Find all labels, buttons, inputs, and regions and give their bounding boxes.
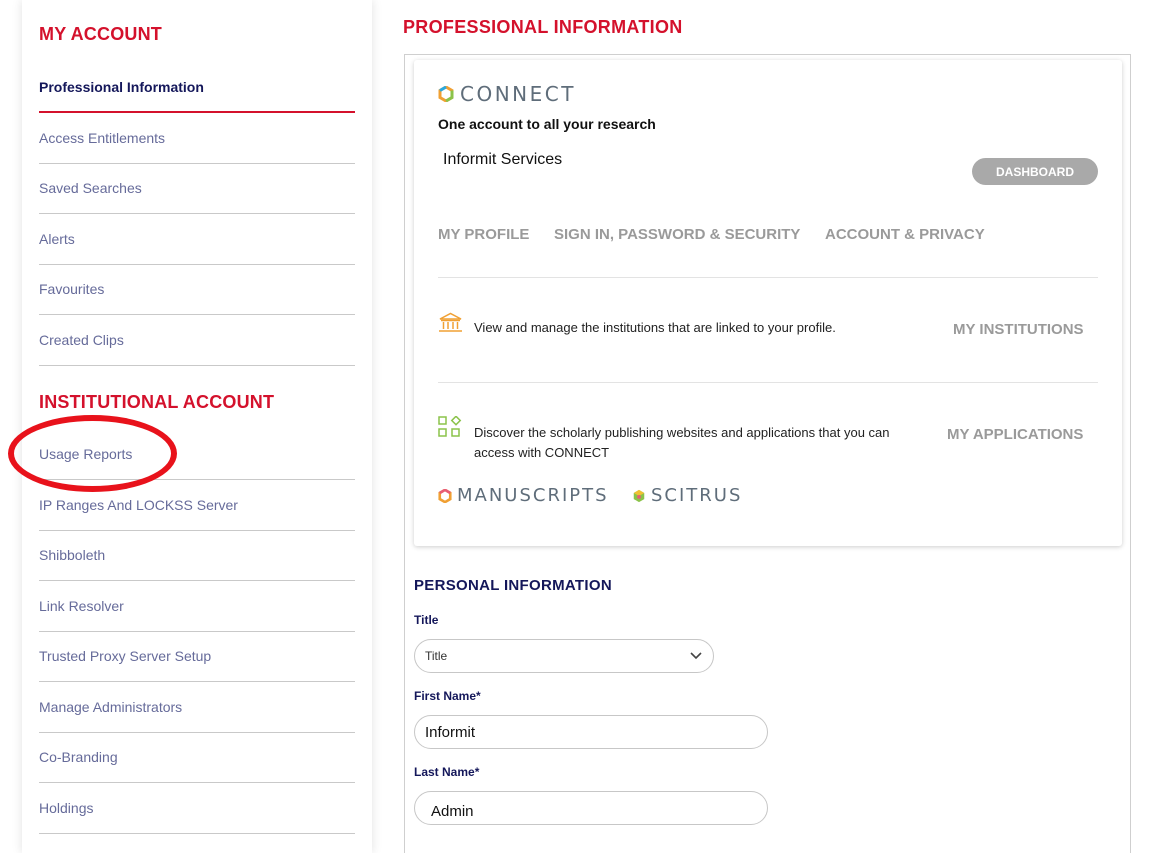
last-name-field[interactable] [414, 791, 768, 825]
sidebar-item-saved-searches[interactable]: Saved Searches [39, 163, 355, 214]
first-name-field[interactable] [414, 715, 768, 749]
sidebar-item-professional-information[interactable]: Professional Information [39, 62, 355, 113]
applications-icon [438, 416, 462, 437]
sidebar-item-manage-administrators[interactable]: Manage Administrators [39, 682, 355, 733]
scitrus-logo[interactable]: SCITRUS [632, 485, 742, 506]
title-label: Title [414, 613, 439, 627]
tab-my-profile[interactable]: MY PROFILE [438, 226, 529, 243]
institution-icon [439, 312, 462, 332]
personal-information-title: PERSONAL INFORMATION [414, 577, 612, 594]
manuscripts-logo-text: MANUSCRIPTS [457, 485, 609, 506]
dashboard-button[interactable]: DASHBOARD [972, 158, 1098, 185]
organization-name: Informit Services [443, 151, 563, 168]
sidebar-item-alerts[interactable]: Alerts [39, 214, 355, 265]
my-applications-link[interactable]: MY APPLICATIONS [947, 426, 1083, 443]
sidebar-item-shibboleth[interactable]: Shibboleth [39, 530, 355, 581]
connect-tagline: One account to all your research [438, 116, 656, 132]
scitrus-logo-text: SCITRUS [651, 485, 743, 506]
page-title: PROFESSIONAL INFORMATION [403, 17, 683, 37]
connect-logo-text: CONNECT [460, 82, 576, 106]
my-institutions-link[interactable]: MY INSTITUTIONS [953, 321, 1084, 338]
scitrus-icon [633, 489, 645, 502]
sidebar-item-co-branding[interactable]: Co-Branding [39, 732, 355, 783]
applications-description: Discover the scholarly publishing websit… [474, 425, 890, 460]
connect-card [414, 60, 1122, 546]
sidebar-item-access-entitlements[interactable]: Access Entitlements [39, 113, 355, 164]
title-select[interactable]: Title [414, 639, 714, 673]
manuscripts-logo[interactable]: MANUSCRIPTS [438, 485, 609, 506]
annotation-circle [8, 415, 177, 492]
first-name-label: First Name* [414, 689, 481, 703]
chevron-down-icon [690, 652, 702, 660]
last-name-label: Last Name* [414, 765, 480, 779]
institutions-description: View and manage the institutions that ar… [474, 320, 836, 335]
connect-logo: CONNECT [438, 82, 576, 106]
sidebar-item-trusted-proxy[interactable]: Trusted Proxy Server Setup [39, 631, 355, 682]
sidebar-item-holdings[interactable]: Holdings [39, 783, 355, 834]
tab-account-privacy[interactable]: ACCOUNT & PRIVACY [825, 226, 985, 243]
institutional-account-heading: INSTITUTIONAL ACCOUNT [39, 392, 275, 412]
my-account-heading: MY ACCOUNT [39, 24, 162, 44]
title-select-value: Title [425, 649, 448, 663]
sidebar-item-link-resolver[interactable]: Link Resolver [39, 581, 355, 632]
connect-logo-icon [438, 86, 454, 102]
sidebar-item-created-clips[interactable]: Created Clips [39, 315, 355, 366]
tab-sign-in-security[interactable]: SIGN IN, PASSWORD & SECURITY [554, 226, 800, 243]
manuscripts-icon [438, 488, 452, 503]
sidebar-item-favourites[interactable]: Favourites [39, 264, 355, 315]
divider [438, 382, 1098, 383]
divider [438, 277, 1098, 278]
